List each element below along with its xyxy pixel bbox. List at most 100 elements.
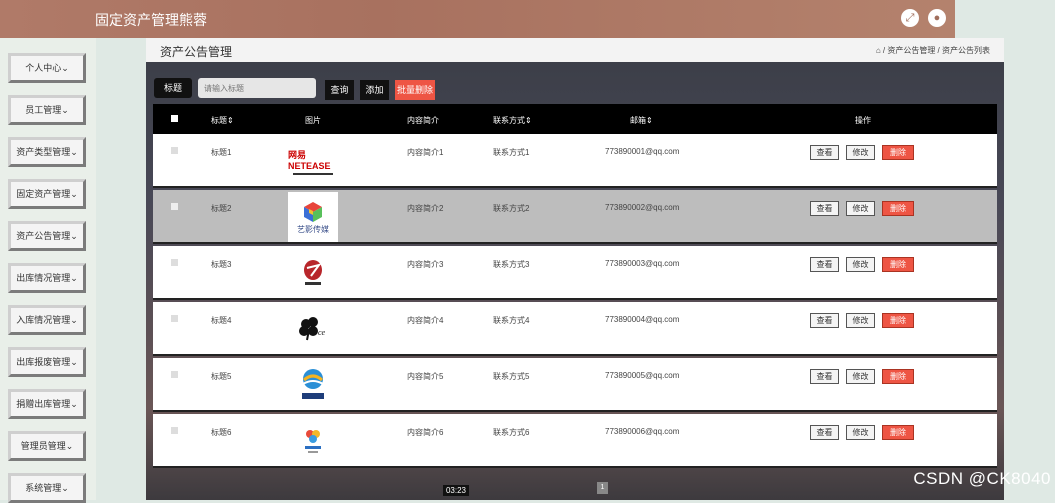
breadcrumb[interactable]: ⌂ / 资产公告管理 / 资产公告列表 [876,45,990,56]
row-email: 773890002@qq.com [605,203,680,212]
table-row[interactable]: 标题6 内容简介6 联系方式6 773890006@qq.com 查看 修改 删… [153,414,997,468]
add-button[interactable]: 添加 [360,80,389,100]
sidebar-item-donation[interactable]: 捐赠出库管理⌄ [8,389,86,419]
view-button[interactable]: 查看 [810,313,839,328]
sidebar-item-asset-types[interactable]: 资产类型管理⌄ [8,137,86,167]
row-title: 标题6 [211,428,232,437]
table-row[interactable]: 标题3 内容简介3 联系方式3 773890003@qq.com 查看 修改 删… [153,246,997,300]
edit-button[interactable]: 修改 [846,201,875,216]
row-checkbox[interactable] [171,371,178,378]
sidebar-item-system[interactable]: 系统管理⌄ [8,473,86,503]
search-input[interactable] [198,78,316,98]
edit-button[interactable]: 修改 [846,313,875,328]
column-intro: 内容简介 [407,116,439,125]
row-image [288,360,338,410]
fullscreen-icon[interactable]: ⤢ [901,9,919,27]
sidebar: 个人中心⌄ 员工管理⌄ 资产类型管理⌄ 固定资产管理⌄ 资产公告管理⌄ 出库情况… [0,38,96,503]
row-checkbox[interactable] [171,259,178,266]
column-email[interactable]: 邮箱⇕ [630,115,653,126]
delete-button[interactable]: 删除 [882,201,914,216]
view-button[interactable]: 查看 [810,369,839,384]
clover-logo-icon: ce [299,317,326,341]
row-contact: 联系方式5 [493,372,530,381]
watermark: CSDN @CK8040 [913,469,1051,488]
column-title[interactable]: 标题⇕ [211,115,234,126]
edit-button[interactable]: 修改 [846,369,875,384]
row-email: 773890003@qq.com [605,259,680,268]
row-email: 773890006@qq.com [605,427,680,436]
row-title: 标题5 [211,372,232,381]
video-timestamp: 03:23 [443,485,469,496]
search-label: 标题 [154,78,192,98]
table-row[interactable]: 标题4 ce 内容简介4 联系方式4 773890004@qq.com 查看 修… [153,302,997,356]
sidebar-item-employees[interactable]: 员工管理⌄ [8,95,86,125]
row-contact: 联系方式6 [493,428,530,437]
column-contact[interactable]: 联系方式⇕ [493,115,532,126]
table-header: 标题⇕ 图片 内容简介 联系方式⇕ 邮箱⇕ 操作 [153,104,997,134]
page-header: 资产公告管理 ⌂ / 资产公告管理 / 资产公告列表 [146,38,1004,62]
colorful-logo-icon [305,430,321,453]
yiying-logo-text: 艺影传媒 [297,224,329,234]
row-intro: 内容简介5 [407,372,444,381]
batch-delete-button[interactable]: 批量删除 [395,80,435,100]
row-checkbox[interactable] [171,203,178,210]
query-button[interactable]: 查询 [325,80,354,100]
top-bar: 固定资产管理熊蓉 ⤢ ● [0,0,955,38]
edit-button[interactable]: 修改 [846,425,875,440]
sidebar-item-admins[interactable]: 管理员管理⌄ [8,431,86,461]
delete-button[interactable]: 删除 [882,425,914,440]
row-checkbox[interactable] [171,315,178,322]
select-all-checkbox[interactable] [171,115,178,122]
svg-text:ce: ce [318,328,326,337]
sidebar-item-fixed-assets[interactable]: 固定资产管理⌄ [8,179,86,209]
sidebar-item-profile[interactable]: 个人中心⌄ [8,53,86,83]
row-title: 标题1 [211,148,232,157]
netease-logo: 网易 NETEASE [288,149,331,171]
delete-button[interactable]: 删除 [882,369,914,384]
view-button[interactable]: 查看 [810,257,839,272]
row-image [288,248,338,298]
user-icon[interactable]: ● [928,9,946,27]
row-intro: 内容简介6 [407,428,444,437]
delete-button[interactable]: 删除 [882,257,914,272]
row-email: 773890004@qq.com [605,315,680,324]
table-row[interactable]: 标题1 网易 NETEASE 内容简介1 联系方式1 773890001@qq.… [153,134,997,188]
row-image [288,416,338,466]
sidebar-item-scrap[interactable]: 出库报废管理⌄ [8,347,86,377]
row-checkbox[interactable] [171,427,178,434]
row-image: 网易 NETEASE [288,136,338,186]
row-intro: 内容简介2 [407,204,444,213]
row-title: 标题3 [211,260,232,269]
main-content: 资产公告管理 ⌂ / 资产公告管理 / 资产公告列表 标题 查询 添加 批量删除… [146,38,1004,500]
row-title: 标题2 [211,204,232,213]
row-contact: 联系方式3 [493,260,530,269]
row-title: 标题4 [211,316,232,325]
edit-button[interactable]: 修改 [846,257,875,272]
row-contact: 联系方式2 [493,204,530,213]
row-image: 艺影传媒 [288,192,338,242]
row-email: 773890005@qq.com [605,371,680,380]
app-title: 固定资产管理熊蓉 [95,12,207,28]
content-gutter [96,38,146,500]
row-checkbox[interactable] [171,147,178,154]
sidebar-item-inbound[interactable]: 入库情况管理⌄ [8,305,86,335]
row-email: 773890001@qq.com [605,147,680,156]
row-contact: 联系方式4 [493,316,530,325]
wave-logo-icon [302,369,324,399]
row-contact: 联系方式1 [493,148,530,157]
pagination-current-page[interactable]: 1 [597,482,608,494]
view-button[interactable]: 查看 [810,425,839,440]
delete-button[interactable]: 删除 [882,313,914,328]
sidebar-item-announcements[interactable]: 资产公告管理⌄ [8,221,86,251]
table-row[interactable]: 标题2 艺影传媒 内容简介2 联系方式2 773890002@qq.com 查看… [153,190,997,244]
cube-logo-icon [304,201,322,222]
table-row[interactable]: 标题5 内容简介5 联系方式5 773890005@qq.com 查看 修改 删… [153,358,997,412]
delete-button[interactable]: 删除 [882,145,914,160]
view-button[interactable]: 查看 [810,201,839,216]
sidebar-item-outbound[interactable]: 出库情况管理⌄ [8,263,86,293]
view-button[interactable]: 查看 [810,145,839,160]
column-image: 图片 [305,116,321,125]
row-intro: 内容简介1 [407,148,444,157]
edit-button[interactable]: 修改 [846,145,875,160]
row-intro: 内容简介3 [407,260,444,269]
